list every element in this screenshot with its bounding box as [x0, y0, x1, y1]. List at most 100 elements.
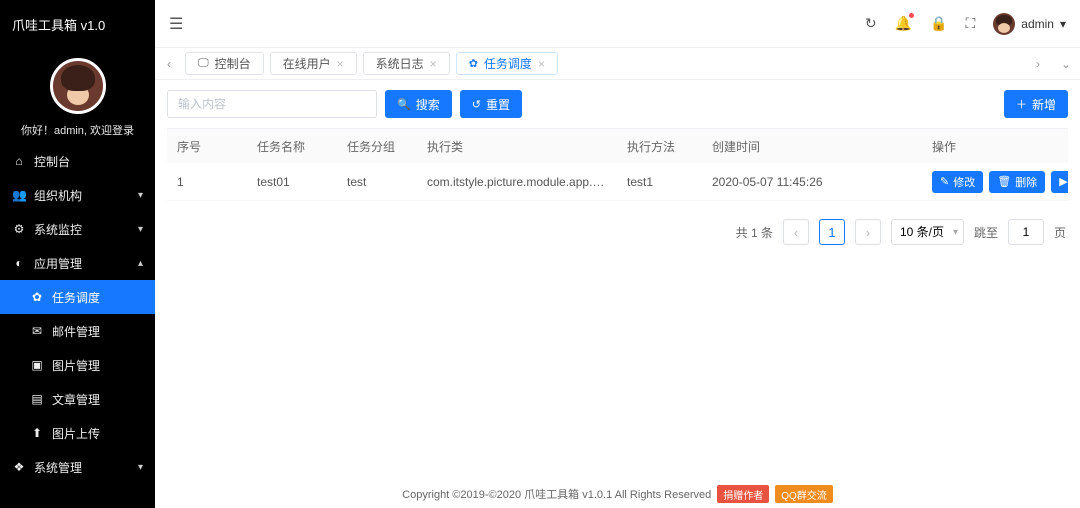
search-input[interactable]	[167, 90, 377, 118]
jump-input[interactable]	[1008, 219, 1044, 245]
page-next[interactable]: ›	[855, 219, 881, 245]
nav-item-control[interactable]: ⌂ 控制台	[0, 144, 155, 178]
nav-label: 文章管理	[52, 391, 100, 408]
plus-icon: ＋	[1016, 96, 1027, 112]
nav-sub-app: ✿ 任务调度 ✉ 邮件管理 ▣ 图片管理 ▤ 文章管理 ⬆ 图片上传	[0, 280, 155, 450]
nav-item-app[interactable]: ◐ 应用管理 ▴	[0, 246, 155, 280]
toolbar: 🔍 搜索 ↺ 重置 ＋ 新增	[167, 90, 1068, 118]
greeting-text: 你好！admin, 欢迎登录	[21, 122, 134, 138]
avatar-icon	[993, 13, 1015, 35]
nav-sub-image[interactable]: ▣ 图片管理	[0, 348, 155, 382]
nav-label: 组织机构	[34, 187, 82, 204]
task-icon: ✿	[30, 290, 44, 304]
bell-icon[interactable]: 🔔	[895, 15, 912, 32]
fullscreen-icon[interactable]: ⛶	[965, 15, 975, 32]
nav-label: 系统管理	[34, 459, 82, 476]
upload-icon: ⬆	[30, 426, 44, 440]
username: admin	[1021, 17, 1054, 31]
qq-button[interactable]: QQ群交流	[775, 485, 833, 503]
user-menu[interactable]: admin ▾	[993, 13, 1066, 35]
monitor-icon: ⚙	[12, 222, 26, 236]
th-group: 任务分组	[337, 138, 417, 155]
nav-sub-upload[interactable]: ⬆ 图片上传	[0, 416, 155, 450]
nav-sub-task[interactable]: ✿ 任务调度	[0, 280, 155, 314]
control-icon: ⌂	[12, 154, 26, 168]
nav-sub-mail[interactable]: ✉ 邮件管理	[0, 314, 155, 348]
chevron-down-icon: ▾	[138, 190, 143, 201]
nav-item-monitor[interactable]: ⚙ 系统监控 ▾	[0, 212, 155, 246]
th-idx: 序号	[167, 138, 247, 155]
tab-online-users[interactable]: 在线用户 ×	[270, 52, 357, 75]
delete-button[interactable]: 🗑 删除	[989, 171, 1045, 193]
play-icon: ▶	[1059, 175, 1067, 188]
jump-label: 跳至	[974, 224, 998, 241]
th-method: 执行方法	[617, 138, 702, 155]
add-button[interactable]: ＋ 新增	[1004, 90, 1068, 118]
page-size-wrap: 10 条/页	[891, 219, 964, 245]
nav-sub-article[interactable]: ▤ 文章管理	[0, 382, 155, 416]
table-header: 序号 任务名称 任务分组 执行类 执行方法 创建时间 操作	[167, 129, 1068, 163]
nav-label: 应用管理	[34, 255, 82, 272]
sysmgr-icon: ❖	[12, 460, 26, 474]
copyright-text: Copyright ©2019-©2020 爪哇工具箱 v1.0.1 All R…	[402, 486, 711, 502]
desktop-icon: 🖵	[198, 57, 209, 70]
close-icon[interactable]: ×	[337, 57, 344, 71]
reset-icon: ↺	[472, 98, 481, 111]
topbar: ☰ ↻ 🔔 🔒 ⛶ admin ▾	[155, 0, 1080, 48]
reset-button[interactable]: ↺ 重置	[460, 90, 522, 118]
image-icon: ▣	[30, 358, 44, 372]
edit-button[interactable]: ✎ 修改	[932, 171, 983, 193]
th-name: 任务名称	[247, 138, 337, 155]
footer: Copyright ©2019-©2020 爪哇工具箱 v1.0.1 All R…	[155, 480, 1080, 508]
nav-label: 邮件管理	[52, 323, 100, 340]
tabs-more[interactable]: ⌄	[1052, 48, 1080, 79]
avatar	[50, 58, 106, 114]
content: 🔍 搜索 ↺ 重置 ＋ 新增 序号 任务名称 任务分组 执行类	[155, 80, 1080, 508]
chevron-down-icon: ▾	[138, 224, 143, 235]
lock-icon[interactable]: 🔒	[930, 15, 947, 32]
mail-icon: ✉	[30, 324, 44, 338]
refresh-icon[interactable]: ↻	[865, 15, 877, 32]
nav-label: 图片上传	[52, 425, 100, 442]
menu-toggle-icon[interactable]: ☰	[169, 14, 183, 34]
edit-icon: ✎	[940, 175, 949, 188]
tab-label: 系统日志	[376, 55, 424, 72]
run-button[interactable]: ▶执行	[1051, 171, 1068, 193]
btn-label: 新增	[1032, 96, 1056, 113]
cell-group: test	[337, 175, 417, 189]
btn-label: 修改	[953, 174, 975, 190]
chevron-up-icon: ▴	[138, 258, 143, 269]
app-icon: ◐	[12, 256, 26, 270]
donate-button[interactable]: 捐赠作者	[717, 485, 769, 503]
gear-icon: ✿	[469, 57, 478, 70]
page-size-select[interactable]: 10 条/页	[891, 219, 964, 245]
search-icon: 🔍	[397, 98, 411, 111]
tab-console[interactable]: 🖵 控制台	[185, 52, 264, 75]
btn-label: 重置	[486, 96, 510, 113]
tabs-prev[interactable]: ‹	[155, 48, 183, 79]
tab-syslog[interactable]: 系统日志 ×	[363, 52, 450, 75]
main: ☰ ↻ 🔔 🔒 ⛶ admin ▾ ‹ 🖵 控制台	[155, 0, 1080, 508]
search-button[interactable]: 🔍 搜索	[385, 90, 452, 118]
btn-label: 删除	[1015, 174, 1037, 190]
nav: ⌂ 控制台 👥 组织机构 ▾ ⚙ 系统监控 ▾ ◐ 应用管理 ▴ ✿	[0, 144, 155, 508]
nav-item-sysmgr[interactable]: ❖ 系统管理 ▾	[0, 450, 155, 484]
page-prev[interactable]: ‹	[783, 219, 809, 245]
close-icon[interactable]: ×	[430, 57, 437, 71]
jump-suffix: 页	[1054, 224, 1066, 241]
th-class: 执行类	[417, 138, 617, 155]
cell-created: 2020-05-07 11:45:26	[702, 175, 922, 189]
close-icon[interactable]: ×	[538, 57, 545, 71]
article-icon: ▤	[30, 392, 44, 406]
profile-box: 你好！admin, 欢迎登录	[0, 48, 155, 144]
tab-task[interactable]: ✿ 任务调度 ×	[456, 52, 558, 75]
tabs-row: ‹ 🖵 控制台 在线用户 × 系统日志 × ✿ 任务调度 ×	[155, 48, 1080, 80]
tabs-next[interactable]: ›	[1024, 48, 1052, 79]
chevron-down-icon: ▾	[138, 462, 143, 473]
page-number[interactable]: 1	[819, 219, 845, 245]
trash-icon: 🗑	[997, 175, 1011, 188]
cell-idx: 1	[167, 175, 247, 189]
topbar-right: ↻ 🔔 🔒 ⛶ admin ▾	[865, 13, 1066, 35]
nav-item-org[interactable]: 👥 组织机构 ▾	[0, 178, 155, 212]
cell-name: test01	[247, 175, 337, 189]
